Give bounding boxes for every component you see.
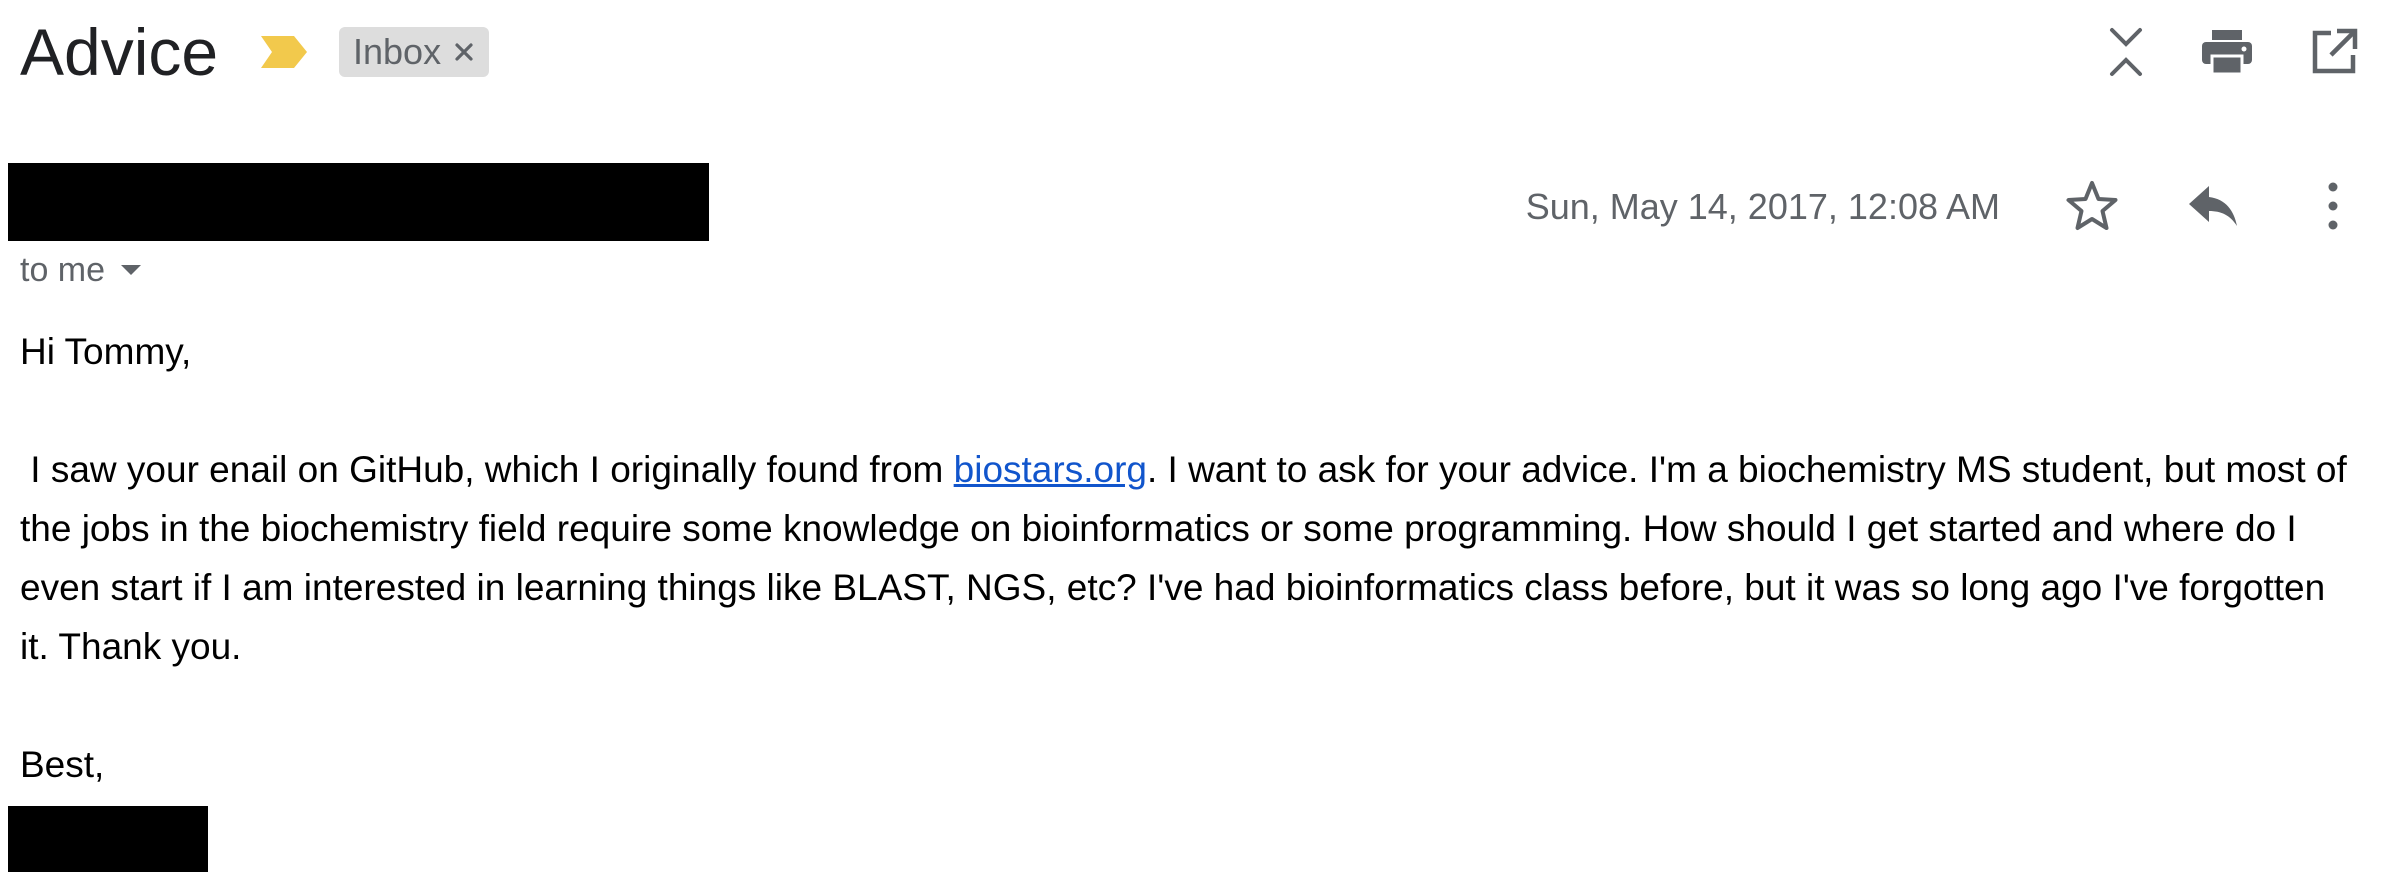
email-date: Sun, May 14, 2017, 12:08 AM <box>1525 186 2000 227</box>
greeting-text: Hi Tommy, <box>20 331 192 372</box>
star-button[interactable] <box>2062 176 2122 236</box>
recipient-text: to me <box>20 251 106 289</box>
recipient-details[interactable]: to me <box>20 246 143 294</box>
open-in-new-window-button[interactable] <box>2306 24 2362 80</box>
signature-redacted <box>8 806 208 872</box>
collapse-all-button[interactable] <box>2098 24 2154 80</box>
print-icon <box>2202 30 2252 76</box>
reply-button[interactable] <box>2183 176 2243 236</box>
open-in-new-window-icon <box>2312 28 2358 74</box>
body-paragraph: I saw your enail on GitHub, which I orig… <box>20 440 2360 676</box>
body-text-before-link: I saw your enail on GitHub, which I orig… <box>30 449 954 490</box>
email-subject: Advice <box>20 15 219 89</box>
label-chip-text: Inbox <box>353 31 442 72</box>
sender-name-redacted <box>8 163 709 241</box>
star-icon <box>2066 181 2118 230</box>
more-options-button[interactable] <box>2303 176 2363 236</box>
collapse-all-icon <box>2110 28 2142 76</box>
caret-down-icon <box>121 265 142 275</box>
importance-marker-icon[interactable] <box>258 32 310 72</box>
print-button[interactable] <box>2199 24 2255 80</box>
label-chip-inbox: Inbox <box>339 27 490 77</box>
more-vert-icon <box>2328 182 2338 230</box>
closing-text: Best, <box>20 744 105 785</box>
email-body: Hi Tommy, I saw your enail on GitHub, wh… <box>20 322 2360 794</box>
close-icon[interactable] <box>453 41 475 63</box>
reply-icon <box>2189 186 2237 226</box>
biostars-link[interactable]: biostars.org <box>954 449 1147 490</box>
